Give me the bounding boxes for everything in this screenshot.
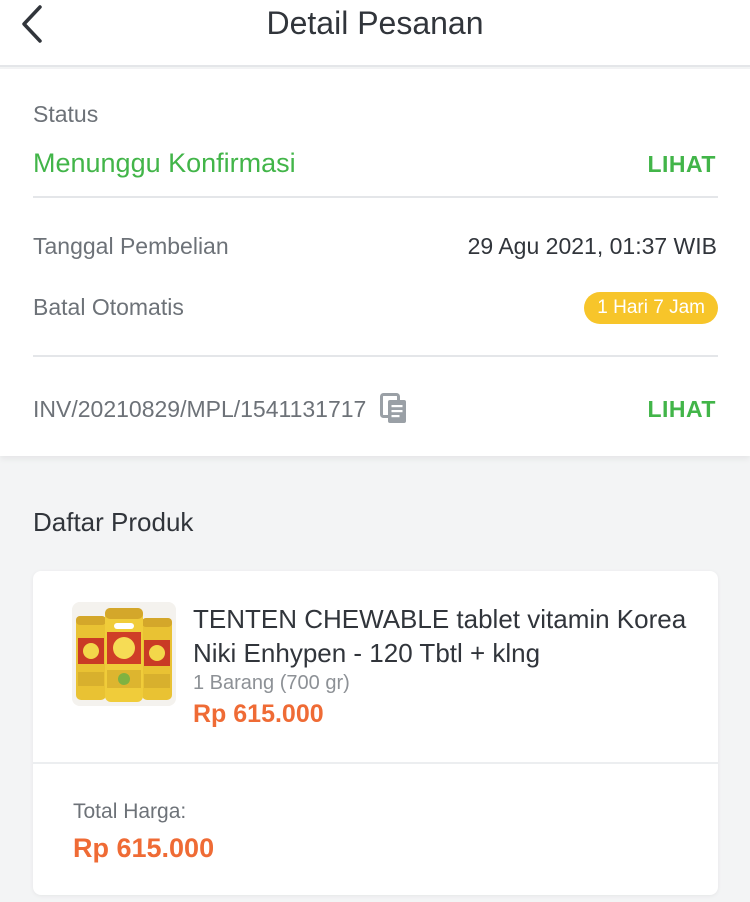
divider (33, 196, 718, 198)
status-detail-link[interactable]: LIHAT (647, 150, 716, 178)
product-price: Rp 615.000 (193, 700, 324, 728)
product-thumbnail[interactable] (72, 602, 176, 706)
divider (33, 762, 718, 764)
product-name[interactable]: TENTEN CHEWABLE tablet vitamin Korea Nik… (193, 602, 693, 670)
invoice-detail-link[interactable]: LIHAT (647, 395, 716, 423)
total-price-label: Total Harga: (73, 800, 187, 823)
product-list-title: Daftar Produk (33, 507, 194, 537)
invoice-row: INV/20210829/MPL/1541131717 (33, 393, 408, 425)
invoice-number: INV/20210829/MPL/1541131717 (33, 396, 367, 422)
auto-cancel-badge: 1 Hari 7 Jam (584, 292, 718, 324)
purchase-date-value: 29 Agu 2021, 01:37 WIB (467, 233, 717, 259)
total-price-value: Rp 615.000 (73, 833, 215, 863)
order-status-card: Status Menunggu Konfirmasi LIHAT Tanggal… (0, 69, 750, 456)
page-title: Detail Pesanan (266, 5, 484, 41)
auto-cancel-label: Batal Otomatis (33, 294, 184, 320)
copy-icon[interactable] (380, 393, 408, 425)
status-label: Status (33, 101, 99, 127)
product-quantity: 1 Barang (700 gr) (193, 672, 350, 694)
top-app-bar: Detail Pesanan (0, 0, 750, 67)
jar (76, 616, 106, 700)
purchase-date-label: Tanggal Pembelian (33, 233, 229, 259)
divider (33, 355, 718, 357)
product-card: TENTEN CHEWABLE tablet vitamin Korea Nik… (33, 571, 718, 895)
status-value: Menunggu Konfirmasi (33, 148, 296, 178)
